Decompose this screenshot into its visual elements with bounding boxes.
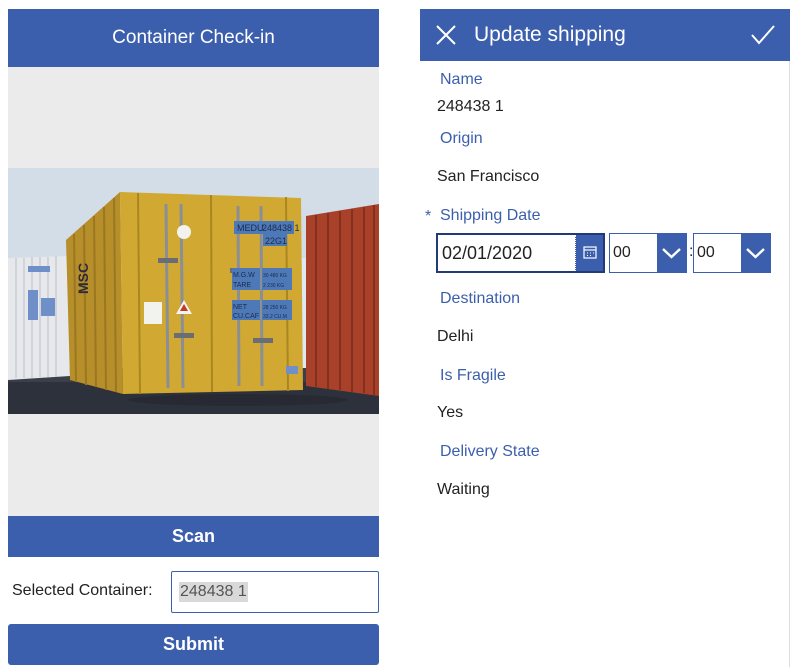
container-checkin-screen: Container Check-in MSC MEDU 248438 1 22G… — [8, 9, 379, 667]
shipping-date-label: Shipping Date — [440, 207, 541, 224]
container-net-value-mark: 28 250 KG — [263, 305, 287, 311]
name-value: 248438 1 — [437, 98, 504, 115]
container-mgw-value-mark: 30 480 KG — [263, 273, 287, 279]
selected-container-label: Selected Container: — [12, 582, 153, 599]
origin-label: Origin — [440, 130, 483, 147]
minute-value: 00 — [697, 244, 715, 261]
minute-dropdown[interactable]: 00 — [693, 233, 771, 273]
container-tare-mark: TARE — [233, 282, 251, 289]
selected-container-value: 248438 1 — [179, 582, 248, 602]
hour-value: 00 — [613, 244, 631, 261]
destination-value: Delhi — [437, 328, 474, 345]
form-header: Update shipping — [420, 9, 790, 61]
checkin-header: Container Check-in — [8, 9, 379, 67]
chevron-down-icon — [746, 248, 765, 259]
calendar-button[interactable] — [575, 235, 603, 271]
hour-dropdown-button[interactable] — [657, 234, 686, 272]
checkin-title: Container Check-in — [112, 27, 275, 48]
container-photo: MSC MEDU 248438 1 22G1 M.G.W TARE 30 480… — [8, 168, 379, 414]
delivery-state-value: Waiting — [437, 481, 490, 498]
container-tare-value-mark: 2 230 KG — [263, 283, 284, 289]
scan-button[interactable]: Scan — [8, 516, 379, 557]
svg-text:MSC: MSC — [75, 263, 91, 294]
name-label: Name — [440, 71, 483, 88]
container-cucap-mark: CU.CAF — [233, 313, 259, 320]
hour-dropdown[interactable]: 00 — [609, 233, 687, 273]
minute-dropdown-button[interactable] — [741, 234, 770, 272]
container-mgw-mark: M.G.W — [233, 272, 255, 279]
update-shipping-form: Update shipping Name 248438 1 Origin San… — [420, 9, 790, 667]
container-type-mark: 22G1 — [265, 236, 287, 246]
destination-label: Destination — [440, 290, 521, 307]
shipping-date-value: 02/01/2020 — [442, 243, 533, 263]
shipping-date-input[interactable]: 02/01/2020 — [436, 233, 605, 273]
container-number-mark: 248438 1 — [262, 223, 300, 233]
close-icon[interactable] — [434, 23, 458, 47]
selected-container-input[interactable]: 248438 1 — [171, 571, 379, 613]
container-cap-value-mark: 33.2 CU.M — [263, 314, 287, 320]
container-net-mark: NET — [233, 304, 248, 311]
photo-area: MSC MEDU 248438 1 22G1 M.G.W TARE 30 480… — [8, 67, 379, 516]
is-fragile-value: Yes — [437, 404, 464, 421]
required-asterisk: * — [425, 208, 432, 225]
submit-button[interactable]: Submit — [8, 624, 379, 665]
submit-button-label: Submit — [163, 634, 224, 654]
origin-value: San Francisco — [437, 168, 540, 185]
calendar-icon — [583, 246, 597, 259]
form-title: Update shipping — [474, 23, 626, 46]
scan-button-label: Scan — [171, 526, 216, 546]
delivery-state-label: Delivery State — [440, 443, 540, 460]
is-fragile-label: Is Fragile — [440, 367, 506, 384]
container-owner-mark: MEDU — [237, 223, 264, 233]
checkmark-icon[interactable] — [750, 23, 776, 47]
chevron-down-icon — [662, 248, 681, 259]
